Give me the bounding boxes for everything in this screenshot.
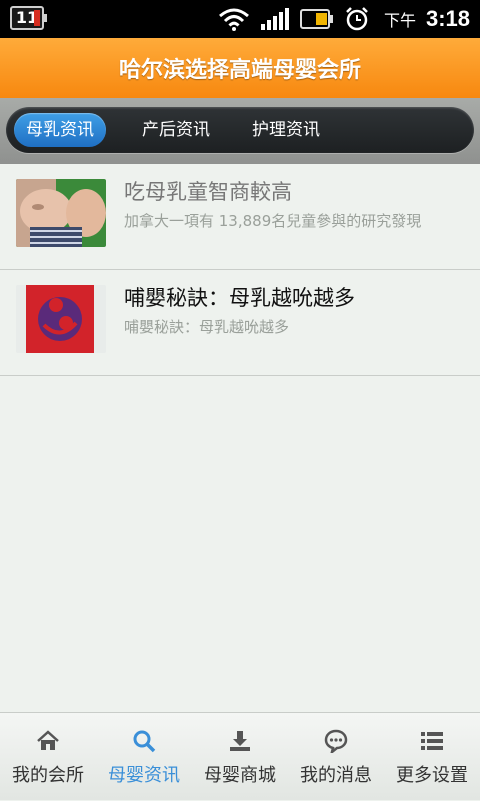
article-title: 哺嬰秘訣：母乳越吮越多 (124, 286, 355, 310)
list-icon (421, 732, 443, 750)
alarm-icon (346, 7, 368, 31)
notification-badge: 11 (10, 6, 47, 30)
status-bar: 11 下午 3:18 (0, 0, 480, 38)
tab-label: 产后资讯 (142, 120, 210, 140)
nav-label: 我的消息 (300, 765, 372, 786)
page-title: 哈尔滨选择高端母婴会所 (118, 57, 361, 83)
article-summary: 加拿大一項有 13,889名兒童參與的研究發現 (124, 212, 422, 230)
search-icon (133, 730, 156, 753)
nav-label: 母婴资讯 (108, 765, 180, 786)
nav-label: 更多设置 (396, 765, 468, 786)
status-icons: 下午 3:18 (218, 0, 470, 38)
signal-icon (260, 8, 289, 30)
nav-label: 我的会所 (12, 765, 84, 786)
list-item[interactable]: 哺嬰秘訣：母乳越吮越多 哺嬰秘訣：母乳越吮越多 (0, 270, 480, 376)
nav-my-club[interactable]: 我的会所 (0, 713, 96, 801)
nav-baby-mall[interactable]: 母婴商城 (192, 713, 288, 801)
tab-bar: 母乳资讯 产后资讯 护理资讯 (6, 107, 474, 153)
clock-time: 3:18 (425, 6, 470, 31)
am-pm-label: 下午 (383, 11, 416, 30)
article-list: 吃母乳童智商較高 加拿大一項有 13,889名兒童參與的研究發現 哺嬰秘訣：母乳… (0, 164, 480, 712)
tab-care-news[interactable]: 护理资讯 (240, 113, 332, 147)
home-icon (37, 730, 59, 750)
battery-icon (299, 9, 333, 29)
tab-breastfeeding-news[interactable]: 母乳资讯 (14, 113, 106, 147)
list-item[interactable]: 吃母乳童智商較高 加拿大一項有 13,889名兒童參與的研究發現 (0, 164, 480, 270)
nav-more-settings[interactable]: 更多设置 (384, 713, 480, 801)
nav-baby-news[interactable]: 母婴资讯 (96, 713, 192, 801)
app-header: 哈尔滨选择高端母婴会所 (0, 38, 480, 98)
article-summary: 哺嬰秘訣：母乳越吮越多 (124, 318, 290, 336)
nav-my-messages[interactable]: 我的消息 (288, 713, 384, 801)
tab-label: 护理资讯 (252, 120, 320, 140)
chat-bubble-icon (324, 729, 348, 753)
article-thumbnail (16, 179, 106, 247)
download-icon (230, 731, 250, 751)
tab-bar-container: 母乳资讯 产后资讯 护理资讯 (0, 98, 480, 164)
tab-postpartum-news[interactable]: 产后资讯 (130, 113, 222, 147)
tab-label: 母乳资讯 (26, 120, 94, 140)
nav-label: 母婴商城 (204, 765, 276, 786)
article-thumbnail (16, 285, 106, 353)
notification-indicator (34, 10, 40, 26)
bottom-nav: 我的会所 母婴资讯 母婴商城 我的消息 更多设置 (0, 712, 480, 800)
article-title: 吃母乳童智商較高 (124, 180, 292, 204)
wifi-icon (218, 8, 249, 31)
